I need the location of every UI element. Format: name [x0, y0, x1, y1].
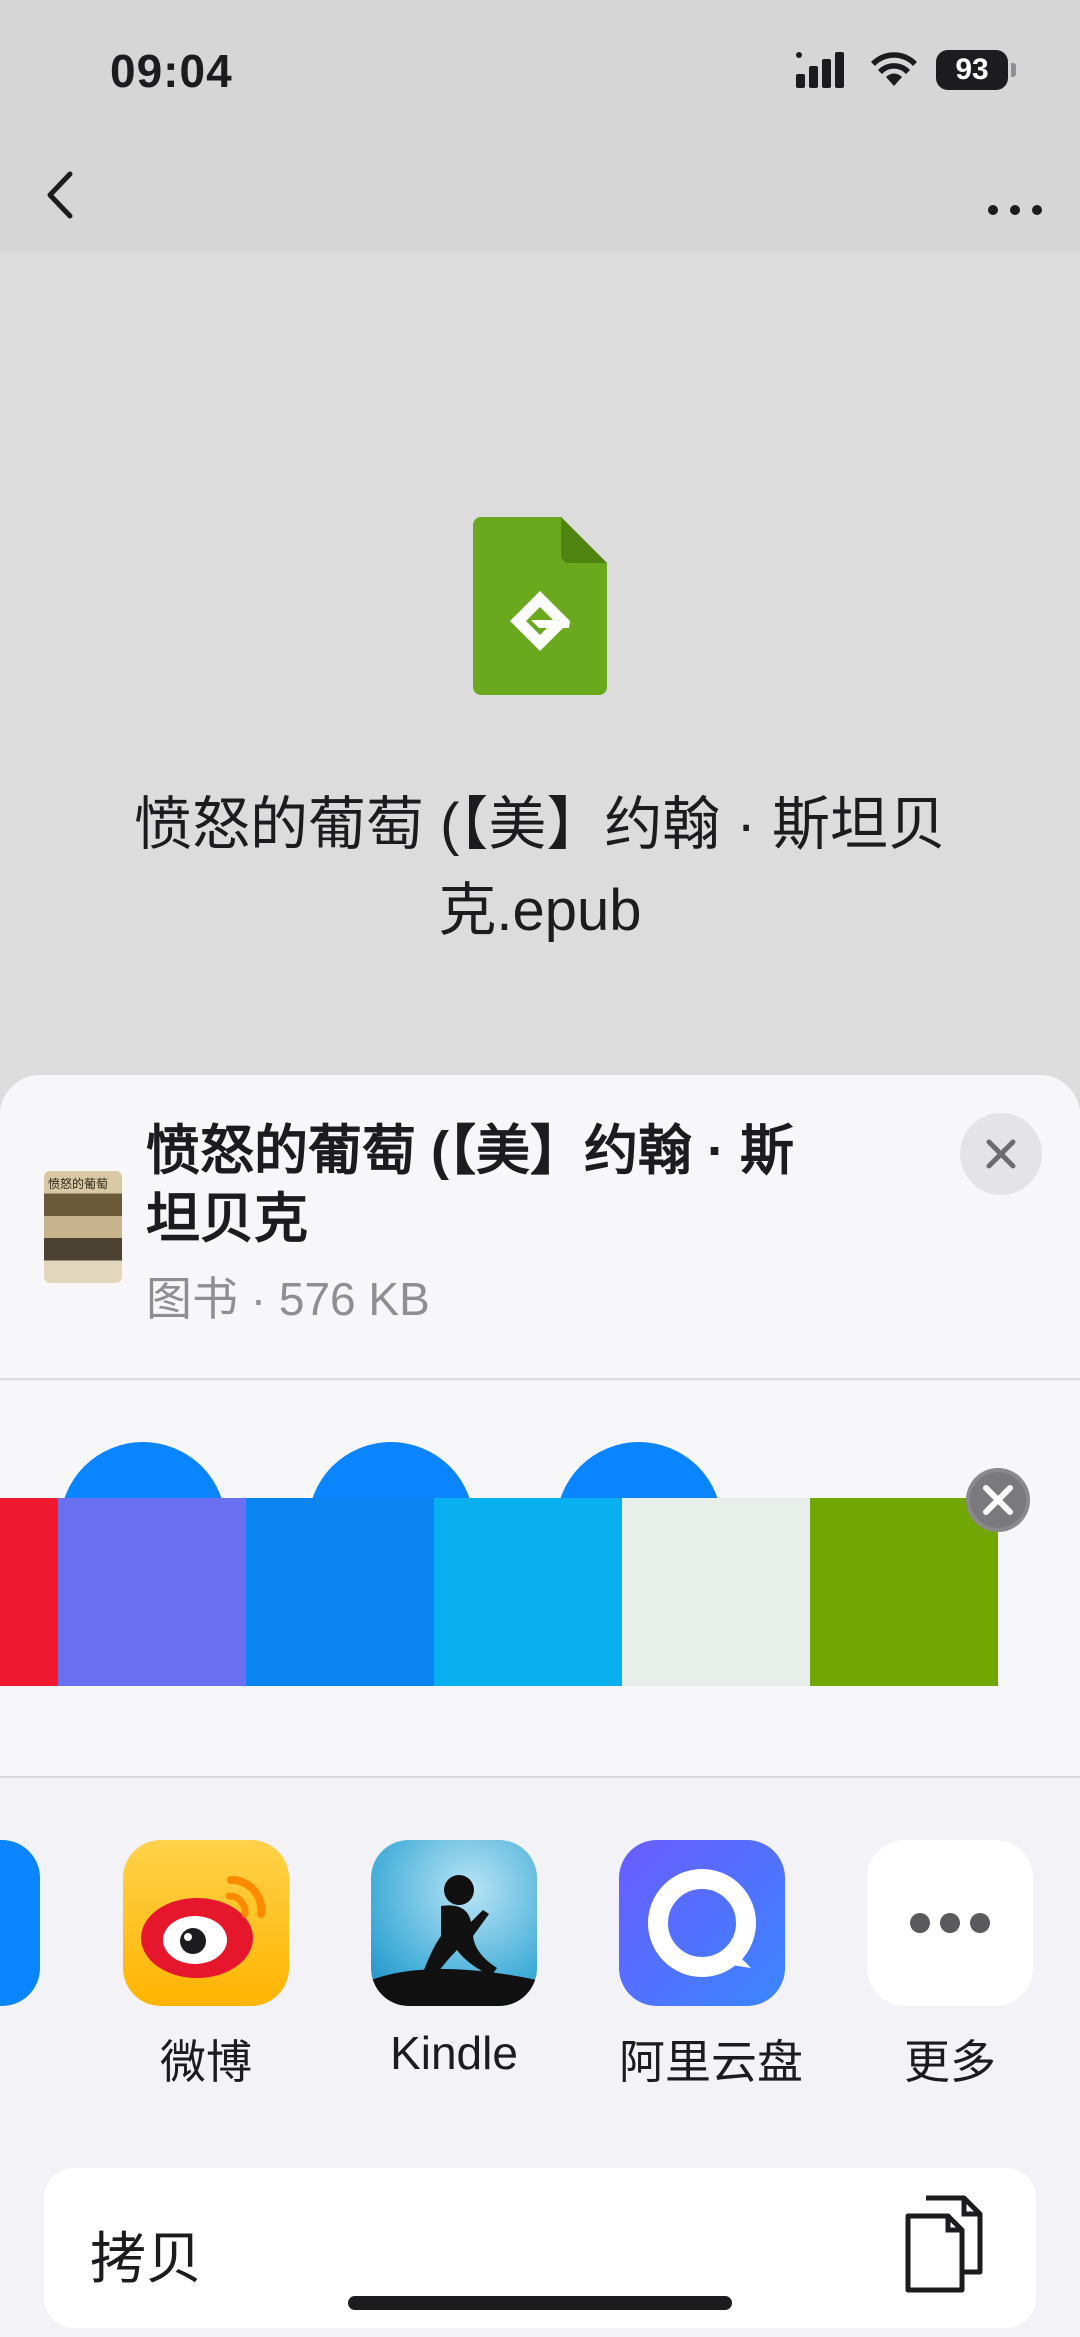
app-more[interactable]: 更多 — [867, 1840, 1033, 2092]
app-partial[interactable] — [0, 1840, 40, 2006]
close-circle-icon — [966, 1468, 1030, 1532]
status-bar: 09:04 93 — [0, 0, 1080, 140]
chevron-left-icon — [47, 171, 73, 219]
file-preview: 愤怒的葡萄 (【美】约翰 · 斯坦贝克.epub — [0, 252, 1080, 1092]
share-apps-row: 微博 Kindle 阿里云盘 更多 — [0, 1780, 1080, 2210]
banner-close-button[interactable] — [964, 1466, 1032, 1539]
app-kindle[interactable]: Kindle — [371, 1840, 537, 2080]
battery-indicator: 93 — [936, 50, 1016, 90]
epub-file-icon — [473, 517, 607, 695]
app-label: 更多 — [904, 2036, 996, 2088]
kindle-icon — [371, 1840, 537, 2006]
more-icon — [867, 1840, 1033, 2006]
close-icon — [986, 1139, 1016, 1169]
strip-segment — [434, 1498, 622, 1686]
app-aliyun-drive[interactable]: 阿里云盘 — [619, 1840, 803, 2092]
app-label: Kindle — [390, 2027, 518, 2079]
share-sheet-header: 愤怒的葡萄 愤怒的葡萄 (【美】约翰 · 斯坦贝克 图书 · 576 KB — [0, 1075, 1080, 1380]
file-title: 愤怒的葡萄 (【美】约翰 · 斯坦贝克.epub — [134, 792, 946, 943]
strip-segment — [622, 1498, 810, 1686]
ellipsis-icon — [988, 205, 1042, 215]
status-icons: 93 — [796, 50, 1016, 90]
weibo-icon — [123, 1840, 289, 2006]
nav-bar — [0, 140, 1080, 252]
partial-app-icon — [0, 1840, 40, 2006]
cellular-signal-icon — [796, 52, 844, 88]
back-button[interactable] — [30, 160, 100, 230]
book-thumbnail-text: 愤怒的葡萄 — [48, 1177, 109, 1191]
close-button[interactable] — [960, 1113, 1042, 1195]
wifi-icon — [871, 52, 917, 86]
aliyun-drive-icon — [619, 1840, 785, 2006]
copy-icon — [905, 2195, 983, 2293]
status-time: 09:04 — [110, 45, 233, 97]
book-thumbnail: 愤怒的葡萄 — [44, 1171, 122, 1283]
app-label: 阿里云盘 — [619, 2036, 803, 2088]
share-sheet: 愤怒的葡萄 愤怒的葡萄 (【美】约翰 · 斯坦贝克 图书 · 576 KB 微博… — [0, 1075, 1080, 2337]
app-label: 微博 — [160, 2036, 252, 2088]
share-sheet-title: 愤怒的葡萄 (【美】约翰 · 斯坦贝克 — [146, 1121, 794, 1249]
strip-segment — [0, 1498, 58, 1686]
home-indicator[interactable] — [348, 2296, 732, 2310]
strip-segment — [246, 1498, 434, 1686]
copy-label: 拷贝 — [90, 2227, 202, 2290]
app-weibo[interactable]: 微博 — [123, 1840, 289, 2092]
share-sheet-meta: 图书 · 576 KB — [146, 1273, 430, 1325]
color-strip-banner[interactable] — [0, 1498, 998, 1686]
more-options-button[interactable] — [980, 160, 1050, 230]
strip-segment — [58, 1498, 246, 1686]
